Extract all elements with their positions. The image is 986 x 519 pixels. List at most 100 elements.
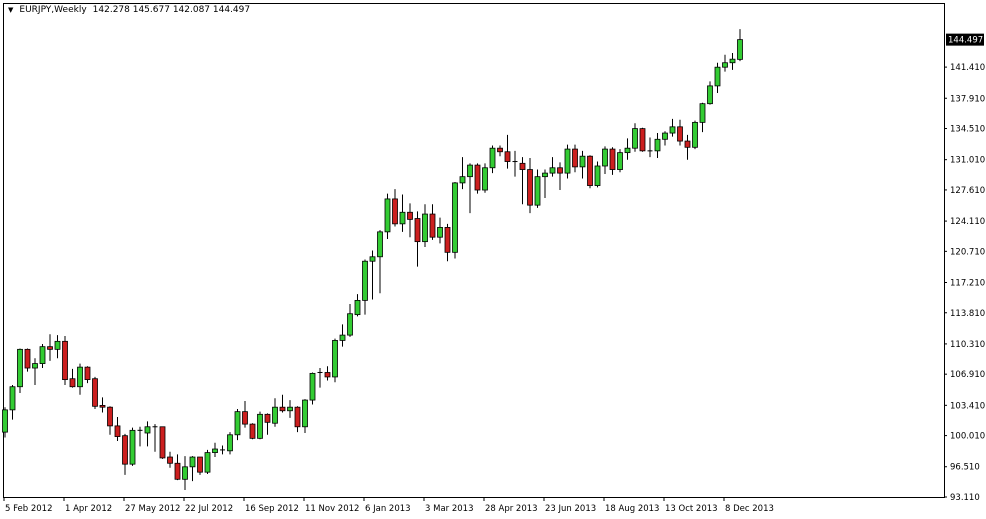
candle-body: [407, 211, 413, 220]
candle-body: [257, 413, 263, 439]
y-tick-label: 120.710: [950, 247, 985, 257]
candle-body: [384, 198, 391, 233]
candle-body: [572, 148, 578, 168]
y-tick-label: 127.610: [950, 186, 985, 196]
x-tick-label: 23 Jun 2013: [545, 504, 596, 514]
candle-body: [242, 411, 248, 425]
plot-frame: [3, 3, 945, 498]
bear-candle: [159, 426, 166, 459]
candle-body: [99, 405, 106, 408]
candle-body: [287, 406, 293, 412]
candle-body: [624, 147, 631, 154]
candle-body: [159, 426, 166, 459]
x-tick-label: 8 Dec 2013: [725, 504, 774, 514]
candle-body: [707, 85, 713, 105]
bull-candle: [384, 193, 391, 239]
candle-body: [264, 413, 271, 423]
x-tick-label: 16 Sep 2012: [245, 504, 299, 514]
triangle-down-icon[interactable]: ▼: [8, 6, 13, 14]
candle-body: [32, 363, 38, 369]
candle-body: [684, 140, 691, 148]
candle-body: [692, 121, 698, 148]
candle-body: [669, 126, 676, 134]
candle-body: [279, 406, 286, 412]
candle-body: [414, 218, 421, 243]
candle-body: [227, 434, 233, 452]
x-tick-label: 18 Aug 2013: [605, 504, 659, 514]
candle-body: [234, 411, 241, 436]
y-tick-label: 137.910: [950, 94, 985, 104]
current-price-tag: 144.497: [946, 33, 984, 46]
y-tick-label: 103.410: [950, 401, 985, 411]
candle-body: [392, 198, 398, 225]
candle-body: [444, 227, 451, 253]
candle-body: [519, 162, 526, 170]
candle-body: [77, 366, 83, 388]
candle-body: [564, 148, 571, 174]
x-tick-label: 27 May 2012: [125, 504, 180, 514]
y-tick-label: 93.110: [950, 493, 980, 503]
candle-body: [362, 260, 368, 301]
price-axis: 141.410 137.910 134.510 131.010 127.610 124.1…: [944, 63, 985, 503]
candle-body: [662, 132, 668, 140]
candle-body: [272, 406, 278, 424]
y-tick-label: 110.310: [950, 340, 985, 350]
candle-body: [587, 155, 593, 186]
symbol-timeframe: EURJPY,Weekly: [19, 5, 87, 15]
current-price-label: 144.497: [948, 36, 983, 46]
candle-body: [144, 426, 151, 434]
bull-candle: [692, 120, 698, 150]
candle-body: [249, 423, 256, 439]
candle-body: [302, 399, 308, 428]
candle-body: [47, 346, 53, 350]
bull-candle: [617, 149, 623, 173]
candle-body: [399, 211, 406, 225]
candle-body: [497, 147, 503, 153]
candle-body: [122, 435, 128, 465]
x-tick-label: 3 Mar 2013: [425, 504, 473, 514]
candle-body: [62, 340, 68, 381]
candle-body: [182, 466, 188, 480]
chart-header: ▼ EURJPY,Weekly 142.278 145.677 142.087 …: [8, 5, 250, 15]
bear-candle: [197, 456, 203, 475]
y-tick-label: 141.410: [950, 63, 985, 73]
candle-body: [609, 148, 616, 170]
bull-candle: [129, 427, 136, 466]
bear-candle: [249, 423, 256, 440]
y-tick-label: 100.010: [950, 432, 985, 442]
bull-candle: [309, 372, 316, 405]
bear-candle: [24, 348, 31, 372]
bear-candle: [92, 376, 98, 409]
candle-body: [324, 372, 331, 378]
candle-body: [639, 128, 646, 152]
candle-body: [489, 147, 496, 169]
candle-body: [347, 313, 353, 336]
candle-body: [654, 138, 661, 152]
ohlc-readout: 142.278 145.677 142.087 144.497: [92, 5, 251, 15]
bear-candle: [639, 127, 646, 152]
bull-candle: [257, 411, 263, 440]
candle-body: [204, 452, 211, 473]
candle-body: [39, 346, 46, 364]
candlestick-chart: 141.410 137.910 134.510 131.010 127.610 124.1…: [2, 3, 985, 514]
candle-body: [369, 256, 376, 262]
candle-body: [677, 126, 683, 142]
bull-candle: [452, 182, 458, 259]
candle-body: [542, 172, 548, 178]
candle-body: [632, 128, 638, 149]
candle-body: [602, 148, 608, 167]
candle-body: [549, 167, 556, 174]
candle-body: [69, 378, 76, 388]
candle-body: [437, 227, 443, 238]
candle-body: [167, 456, 173, 464]
candle-body: [722, 62, 728, 68]
candle-body: [114, 425, 121, 437]
candle-body: [699, 103, 706, 123]
x-tick-label: 6 Jan 2013: [365, 504, 411, 514]
candle-body: [212, 448, 218, 453]
candle-body: [527, 169, 533, 206]
bull-candle: [564, 144, 571, 179]
candle-body: [294, 406, 301, 428]
candle-body: [189, 456, 196, 468]
candle-body: [309, 372, 316, 401]
